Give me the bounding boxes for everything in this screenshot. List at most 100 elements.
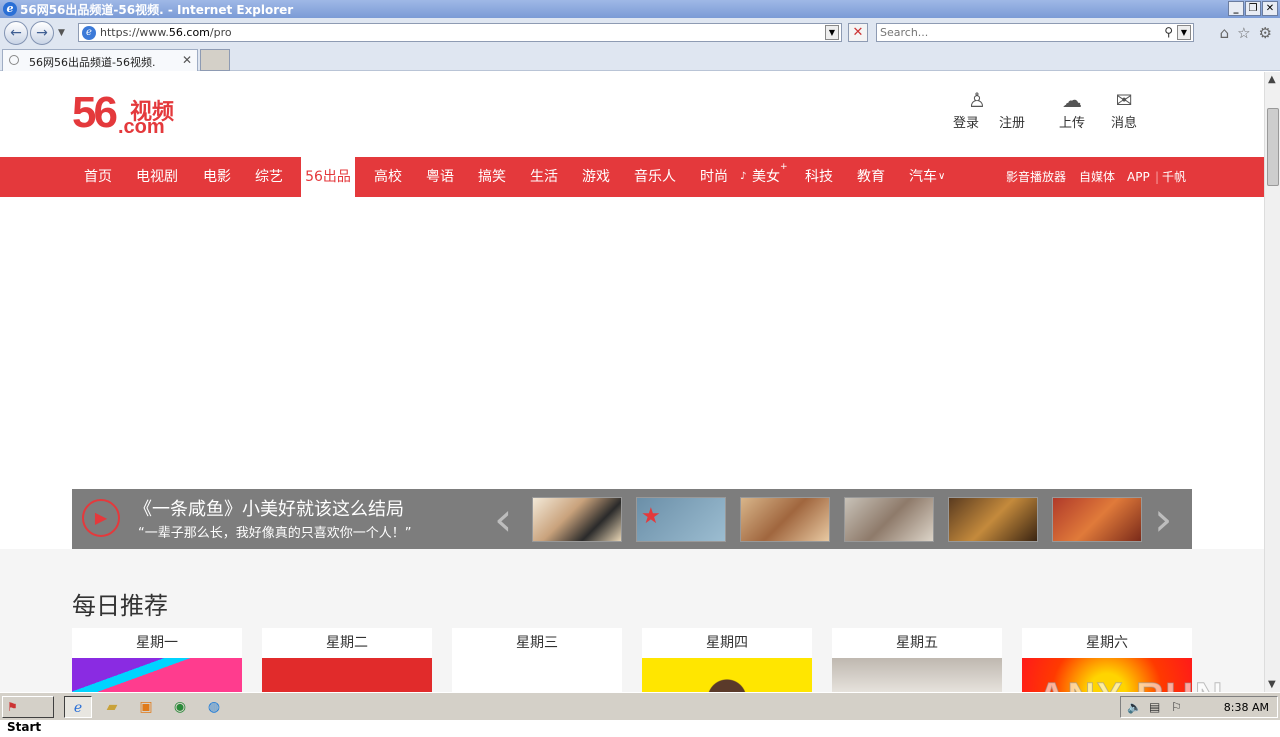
- address-bar[interactable]: e https://www.56.com/pro ▼: [78, 23, 842, 42]
- taskbar-chrome-icon[interactable]: ◉: [166, 696, 194, 718]
- address-dropdown-icon[interactable]: ▼: [825, 25, 839, 40]
- day-card-thursday[interactable]: 星期四: [642, 628, 812, 692]
- volume-icon[interactable]: 🔈: [1127, 700, 1142, 714]
- nav-right-wemedia[interactable]: 自媒体: [1079, 157, 1115, 197]
- envelope-icon: ✉: [1115, 88, 1133, 112]
- nav-item-cantonese[interactable]: 粤语: [426, 157, 454, 197]
- ie-logo-icon: e: [3, 2, 17, 16]
- nav-right-app[interactable]: APP: [1127, 157, 1150, 197]
- day-card-monday[interactable]: 星期一: [72, 628, 242, 692]
- search-icon[interactable]: ⚲: [1164, 25, 1173, 39]
- chevron-left-icon[interactable]: ‹: [494, 491, 512, 547]
- browser-tools: ⌂ ☆ ⚙: [1220, 24, 1272, 42]
- window-titlebar: e 56网56出品频道-56视频. - Internet Explorer _ …: [0, 0, 1280, 18]
- start-button[interactable]: ⚑ Start: [2, 696, 54, 734]
- nav-item-music[interactable]: 音乐人: [634, 157, 676, 197]
- banner-thumb[interactable]: [1052, 497, 1142, 542]
- day-card-wednesday[interactable]: 星期三: [452, 628, 622, 692]
- nav-item-life[interactable]: 生活: [530, 157, 558, 197]
- gear-icon[interactable]: ⚙: [1259, 24, 1272, 42]
- history-dropdown-icon[interactable]: ▼: [58, 28, 65, 38]
- featured-banner: ▶ 《一条咸鱼》小美好就该这么结局 “一辈子那么长，我好像真的只喜欢你一个人！”…: [72, 489, 1192, 549]
- register-button[interactable]: 注册: [996, 88, 1028, 131]
- taskbar-ie-icon[interactable]: e: [64, 696, 92, 718]
- nav-item-movie[interactable]: 电影: [203, 157, 231, 197]
- favorites-star-icon[interactable]: ☆: [1237, 24, 1250, 42]
- user-icon: ♙: [968, 88, 986, 112]
- section-title: 每日推荐: [72, 592, 168, 620]
- banner-thumb[interactable]: [948, 497, 1038, 542]
- messages-button[interactable]: ✉ 消息: [1108, 88, 1140, 131]
- taskbar-edge-icon[interactable]: ◍: [200, 696, 228, 718]
- minimize-button[interactable]: _: [1228, 1, 1244, 16]
- nav-right-qianfan[interactable]: 千帆: [1162, 157, 1186, 197]
- forward-button[interactable]: →: [30, 21, 54, 45]
- new-tab-button[interactable]: [200, 49, 230, 71]
- search-input[interactable]: [880, 25, 1150, 40]
- tab-active[interactable]: 56网56出品频道-56视频. ✕: [2, 49, 198, 71]
- banner-thumb[interactable]: ★: [636, 497, 726, 542]
- nav-item-education[interactable]: 教育: [857, 157, 885, 197]
- nav-item-games[interactable]: 游戏: [582, 157, 610, 197]
- address-url[interactable]: https://www.56.com/pro: [100, 26, 232, 39]
- nav-item-variety[interactable]: 综艺: [255, 157, 283, 197]
- web-page: 56 视频 .com ♙ 登录 注册 ☁ 上传 ✉ 消息 首页 电视剧 电影 综…: [0, 72, 1264, 692]
- search-box[interactable]: ⚲ ▼: [876, 23, 1194, 42]
- search-dropdown-icon[interactable]: ▼: [1177, 25, 1191, 40]
- scroll-up-icon[interactable]: ▲: [1268, 74, 1276, 85]
- taskbar-folder-icon[interactable]: ▰: [98, 696, 126, 718]
- day-card-image[interactable]: [642, 658, 812, 692]
- tab-title: 56网56出品频道-56视频.: [29, 56, 156, 69]
- play-icon[interactable]: ▶: [82, 499, 120, 537]
- windows-flag-icon: ⚑: [7, 700, 18, 714]
- login-button[interactable]: ♙ 登录: [950, 88, 986, 131]
- thumb-overlay-icon: ★: [641, 504, 661, 529]
- upload-button[interactable]: ☁ 上传: [1056, 88, 1088, 131]
- clock[interactable]: 8:38 AM: [1224, 701, 1269, 714]
- stop-button[interactable]: ✕: [848, 23, 868, 42]
- day-card-image[interactable]: [72, 658, 242, 692]
- tab-bar: 56网56出品频道-56视频. ✕: [0, 47, 1280, 71]
- nav-item-beauty[interactable]: 美女: [752, 157, 780, 197]
- chevron-down-icon[interactable]: ∨: [938, 157, 945, 197]
- scroll-down-icon[interactable]: ▼: [1268, 679, 1276, 690]
- day-card-image[interactable]: [262, 658, 432, 692]
- nav-item-fashion[interactable]: 时尚: [700, 157, 728, 197]
- nav-item-campus[interactable]: 高校: [374, 157, 402, 197]
- home-icon[interactable]: ⌂: [1220, 24, 1230, 42]
- taskbar-media-icon[interactable]: ▣: [132, 696, 160, 718]
- nav-item-home[interactable]: 首页: [84, 157, 112, 197]
- scrollbar-thumb[interactable]: [1267, 108, 1279, 186]
- network-icon[interactable]: ▤: [1149, 700, 1160, 714]
- day-card-image[interactable]: [832, 658, 1002, 692]
- page-icon: e: [82, 26, 96, 40]
- day-card-friday[interactable]: 星期五: [832, 628, 1002, 692]
- nav-item-funny[interactable]: 搞笑: [478, 157, 506, 197]
- close-button[interactable]: ✕: [1262, 1, 1278, 16]
- loading-icon: [9, 55, 19, 65]
- nav-item-tv[interactable]: 电视剧: [136, 157, 178, 197]
- nav-right-player[interactable]: 影音播放器: [1006, 157, 1066, 197]
- tab-close-icon[interactable]: ✕: [182, 53, 192, 67]
- banner-thumb[interactable]: [532, 497, 622, 542]
- window-controls: _ ❐ ✕: [1228, 1, 1278, 16]
- plus-badge-icon: +: [780, 162, 788, 172]
- vertical-scrollbar[interactable]: ▲ ▼: [1264, 72, 1280, 692]
- banner-subtitle: “一辈子那么长，我好像真的只喜欢你一个人！”: [138, 526, 412, 541]
- taskbar: ⚑ Start e ▰ ▣ ◉ ◍ 🔈 ▤ ⚐ 8:38 AM: [0, 692, 1280, 734]
- day-card-tuesday[interactable]: 星期二: [262, 628, 432, 692]
- cloud-upload-icon: ☁: [1062, 88, 1082, 112]
- microphone-icon: ♪: [740, 171, 747, 182]
- nav-item-auto[interactable]: 汽车: [909, 157, 937, 197]
- back-button[interactable]: ←: [4, 21, 28, 45]
- banner-title[interactable]: 《一条咸鱼》小美好就该这么结局: [134, 495, 404, 521]
- restore-button[interactable]: ❐: [1245, 1, 1261, 16]
- banner-thumb[interactable]: [844, 497, 934, 542]
- nav-item-56pro[interactable]: 56出品: [301, 157, 355, 197]
- chevron-right-icon[interactable]: ›: [1154, 491, 1172, 547]
- browser-toolbar: ← → ▼ e https://www.56.com/pro ▼ ✕ ⚲ ▼ ⌂…: [0, 18, 1280, 47]
- day-card-image[interactable]: [452, 658, 622, 692]
- flag-icon[interactable]: ⚐: [1171, 700, 1182, 714]
- nav-item-tech[interactable]: 科技: [805, 157, 833, 197]
- banner-thumb[interactable]: [740, 497, 830, 542]
